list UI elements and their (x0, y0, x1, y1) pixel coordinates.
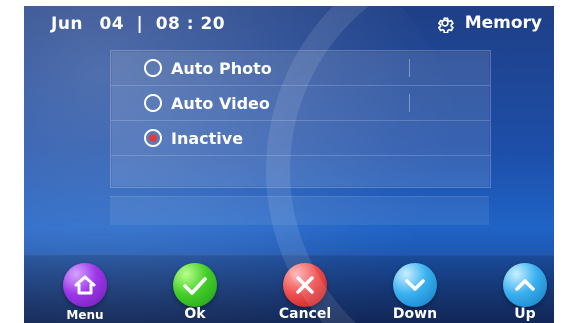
down-button[interactable]: Down (375, 256, 455, 323)
chevron-down-icon (405, 279, 425, 291)
radio-button[interactable] (144, 94, 162, 112)
check-icon (183, 277, 207, 295)
memory-button[interactable]: Memory (435, 13, 542, 33)
close-icon (296, 276, 314, 294)
option-inactive[interactable]: Inactive (111, 121, 490, 156)
bottom-action-bar: Menu Ok Cancel Down Up (24, 255, 554, 323)
cancel-label: Cancel (278, 306, 332, 322)
menu-label: Menu (66, 308, 104, 322)
ok-button-circle (173, 263, 217, 307)
device-screen: Jun 04 | 08 : 20 Memory Auto Photo Auto … (24, 6, 554, 323)
down-label: Down (392, 306, 438, 322)
recording-mode-panel: Auto Photo Auto Video Inactive (110, 50, 491, 188)
option-label: Auto Photo (171, 58, 272, 78)
up-button-circle (503, 263, 547, 307)
row-separator (409, 94, 410, 112)
ok-label: Ok (184, 306, 206, 322)
radio-button-selected[interactable] (144, 129, 162, 147)
date-time-display: Jun 04 | 08 : 20 (51, 14, 225, 34)
menu-button-circle (63, 263, 107, 307)
option-auto-video[interactable]: Auto Video (111, 86, 490, 121)
home-icon (74, 275, 96, 295)
panel-footer (110, 196, 489, 225)
top-status-bar: Jun 04 | 08 : 20 Memory (24, 6, 554, 40)
memory-label: Memory (464, 13, 542, 33)
time-label: 08 : 20 (155, 14, 226, 34)
option-label: Inactive (171, 128, 244, 148)
month-label: Jun (51, 14, 84, 34)
menu-button[interactable]: Menu (45, 256, 125, 323)
down-button-circle (393, 263, 437, 307)
date-time-separator: | (136, 14, 144, 34)
cancel-button-circle (283, 263, 327, 307)
chevron-up-icon (515, 279, 535, 291)
gear-icon (437, 17, 454, 33)
cancel-button[interactable]: Cancel (265, 256, 345, 323)
ok-button[interactable]: Ok (155, 256, 235, 323)
up-button[interactable]: Up (485, 256, 554, 323)
option-label: Auto Video (171, 93, 270, 113)
option-auto-photo[interactable]: Auto Photo (111, 51, 490, 86)
row-separator (409, 59, 410, 77)
day-label: 04 (99, 14, 125, 34)
up-label: Up (514, 306, 536, 322)
radio-button[interactable] (144, 59, 162, 77)
